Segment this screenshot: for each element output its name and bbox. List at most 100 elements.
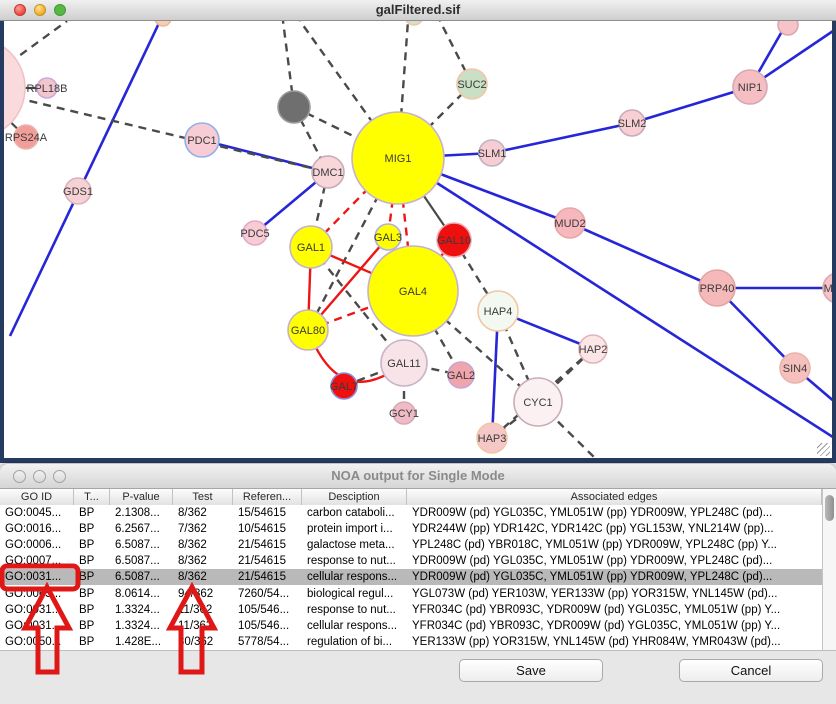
table-row[interactable]: GO:0006...BP6.5087...8/36221/54615galact… — [0, 537, 822, 553]
cell-description: carbon cataboli... — [302, 506, 407, 521]
cell-type: BP — [74, 587, 110, 602]
column-header-go-id[interactable]: GO ID — [0, 489, 74, 505]
node-label: SUC2 — [457, 79, 486, 91]
vertical-scrollbar[interactable] — [822, 489, 836, 650]
cell-edges: YGL073W (pd) YER103W, YER133W (pp) YOR31… — [407, 587, 822, 602]
cell-p_value: 6.5087... — [110, 538, 173, 553]
cell-go_id: GO:0031... — [0, 619, 74, 634]
cell-p_value: 2.1308... — [110, 506, 173, 521]
node-label: GAL7 — [330, 381, 358, 393]
node-label: GAL4 — [399, 286, 427, 298]
node-label: GAL2 — [447, 370, 475, 382]
cell-description: cellular respons... — [302, 619, 407, 634]
cell-type: BP — [74, 538, 110, 553]
network-node-gray[interactable] — [278, 91, 310, 123]
node-label: NIP1 — [738, 82, 762, 94]
cell-type: BP — [74, 635, 110, 650]
cell-description: protein import i... — [302, 522, 407, 537]
cell-go_id: GO:0031... — [0, 570, 74, 585]
table-row[interactable]: GO:0031...BP1.3324...11/362105/546...cel… — [0, 618, 822, 634]
window-border-right — [832, 21, 836, 463]
screen: galFiltered.sif RPL18BRPS24AGDS1PDC1PDC5… — [0, 0, 836, 704]
table-row[interactable]: GO:0031...BP6.5087...8/36221/54615cellul… — [0, 569, 822, 585]
cell-edges: YDR244W (pp) YDR142C, YDR142C (pp) YGL15… — [407, 522, 822, 537]
node-label: GAL11 — [387, 358, 420, 370]
network-edge[interactable] — [10, 21, 160, 336]
node-label: SLM1 — [478, 148, 507, 160]
node-label: GAL80 — [291, 325, 325, 337]
network-graph: RPL18BRPS24AGDS1PDC1PDC5DMC1MIG1SUC2SLM1… — [0, 21, 836, 463]
network-node-p3[interactable] — [778, 21, 798, 35]
table-row[interactable]: GO:0065...BP8.0614...94/3627260/54...bio… — [0, 586, 822, 602]
table-row[interactable]: GO:0031...BP1.3324...11/362105/546...res… — [0, 602, 822, 618]
column-header-referen-[interactable]: Referen... — [233, 489, 302, 505]
cell-type: BP — [74, 506, 110, 521]
noa-window: NOA output for Single Mode GO IDT...P-va… — [0, 464, 836, 704]
table-header: GO IDT...P-valueTestReferen...Desciption… — [0, 489, 822, 506]
network-titlebar[interactable]: galFiltered.sif — [0, 0, 836, 21]
cell-reference: 21/54615 — [233, 570, 302, 585]
network-edge[interactable] — [492, 123, 632, 153]
cell-description: biological regul... — [302, 587, 407, 602]
cell-reference: 21/54615 — [233, 538, 302, 553]
cell-p_value: 8.0614... — [110, 587, 173, 602]
cell-test: 8/362 — [173, 506, 233, 521]
cell-go_id: GO:0065... — [0, 587, 74, 602]
cancel-button[interactable]: Cancel — [679, 659, 823, 682]
cell-go_id: GO:0045... — [0, 506, 74, 521]
node-label: GDS1 — [63, 186, 93, 198]
cell-reference: 105/546... — [233, 603, 302, 618]
column-header-p-value[interactable]: P-value — [110, 489, 173, 505]
column-header-test[interactable]: Test — [173, 489, 233, 505]
cell-reference: 10/54615 — [233, 522, 302, 537]
column-header-desciption[interactable]: Desciption — [302, 489, 407, 505]
cell-description: response to nut... — [302, 554, 407, 569]
cell-type: BP — [74, 554, 110, 569]
cell-test: 7/362 — [173, 522, 233, 537]
node-label: HAP3 — [478, 433, 507, 445]
network-window: galFiltered.sif RPL18BRPS24AGDS1PDC1PDC5… — [0, 0, 836, 463]
node-label: HAP4 — [484, 306, 513, 318]
node-label: SLM2 — [618, 118, 647, 130]
node-label: GAL10 — [437, 235, 471, 247]
network-canvas[interactable]: RPL18BRPS24AGDS1PDC1PDC5DMC1MIG1SUC2SLM1… — [0, 21, 836, 463]
network-edge[interactable] — [570, 223, 717, 288]
node-label: SIN4 — [783, 363, 807, 375]
column-header-t-[interactable]: T... — [74, 489, 110, 505]
table-row[interactable]: GO:0050...BP1.428E...80/3625778/54...reg… — [0, 634, 822, 650]
cell-description: regulation of bi... — [302, 635, 407, 650]
cell-description: response to nut... — [302, 603, 407, 618]
scrollbar-thumb[interactable] — [825, 495, 834, 521]
node-label: HAP2 — [579, 344, 608, 356]
node-label: RPS24A — [5, 132, 48, 144]
window-border-left — [0, 21, 4, 463]
node-label: RPL18B — [27, 83, 68, 95]
cell-test: 8/362 — [173, 570, 233, 585]
table-row[interactable]: GO:0007...BP6.5087...8/36221/54615respon… — [0, 553, 822, 569]
cell-test: 11/362 — [173, 619, 233, 634]
node-label: MIG1 — [385, 153, 412, 165]
cell-description: cellular respons... — [302, 570, 407, 585]
cell-test: 80/362 — [173, 635, 233, 650]
node-label: CYC1 — [523, 397, 552, 409]
cell-p_value: 1.3324... — [110, 603, 173, 618]
node-label: MUD2 — [554, 218, 585, 230]
cell-reference: 7260/54... — [233, 587, 302, 602]
network-edge[interactable] — [632, 87, 750, 123]
cell-type: BP — [74, 619, 110, 634]
table-row[interactable]: GO:0045...BP2.1308...8/36215/54615carbon… — [0, 505, 822, 521]
cell-go_id: GO:0016... — [0, 522, 74, 537]
cell-p_value: 6.2567... — [110, 522, 173, 537]
column-header-associated-edges[interactable]: Associated edges — [407, 489, 822, 505]
node-label: DMC1 — [312, 167, 343, 179]
noa-titlebar[interactable]: NOA output for Single Mode — [0, 464, 836, 489]
cell-reference: 21/54615 — [233, 554, 302, 569]
network-edge[interactable] — [398, 158, 836, 439]
cell-edges: YFR034C (pd) YBR093C, YDR009W (pd) YGL03… — [407, 619, 822, 634]
table-bottom-divider — [0, 650, 836, 651]
noa-window-title: NOA output for Single Mode — [0, 468, 836, 483]
save-button[interactable]: Save — [459, 659, 603, 682]
table-row[interactable]: GO:0016...BP6.2567...7/36210/54615protei… — [0, 521, 822, 537]
node-label: GCY1 — [389, 408, 419, 420]
resize-grip-icon[interactable] — [817, 443, 830, 456]
